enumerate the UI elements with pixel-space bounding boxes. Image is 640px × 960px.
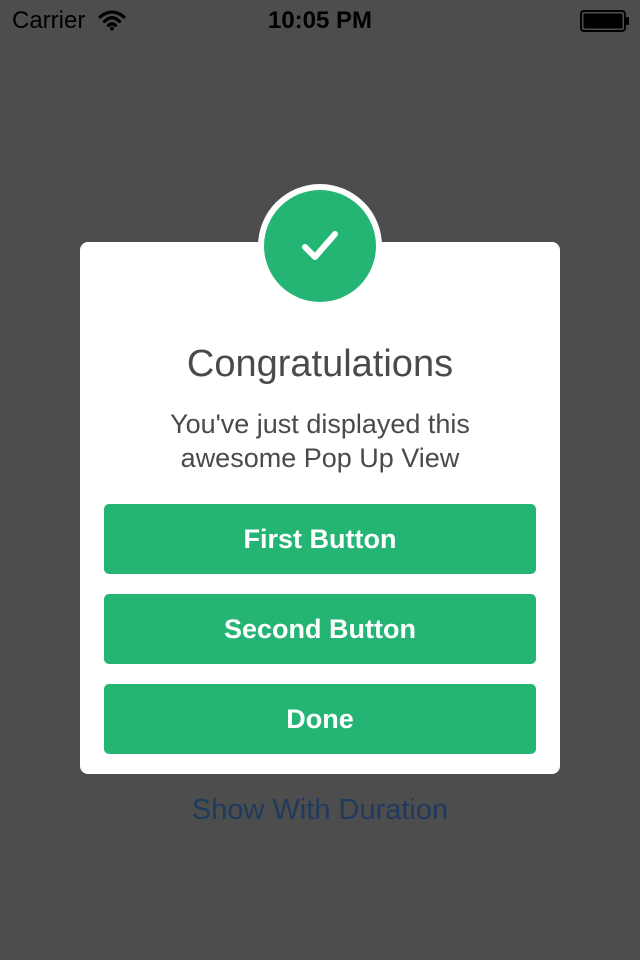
status-bar: Carrier 10:05 PM xyxy=(0,0,640,40)
battery-full-icon xyxy=(580,10,629,32)
status-time: 10:05 PM xyxy=(267,7,373,34)
popup-message-line-2: awesome Pop Up View xyxy=(180,443,460,473)
done-button[interactable]: Done xyxy=(104,684,536,754)
screen: Carrier 10:05 PM Show With Duration Cong… xyxy=(0,0,640,960)
show-with-duration-button[interactable]: Show With Duration xyxy=(0,790,640,830)
first-button[interactable]: First Button xyxy=(104,504,536,574)
popup-message-line-1: You've just displayed this xyxy=(170,409,470,439)
success-badge xyxy=(264,190,376,302)
popup-title: Congratulations xyxy=(186,343,454,385)
popup-dialog: Congratulations You've just displayed th… xyxy=(80,242,560,774)
second-button[interactable]: Second Button xyxy=(104,594,536,664)
popup-message: You've just displayed this awesome Pop U… xyxy=(120,407,520,475)
checkmark-icon xyxy=(302,231,338,260)
